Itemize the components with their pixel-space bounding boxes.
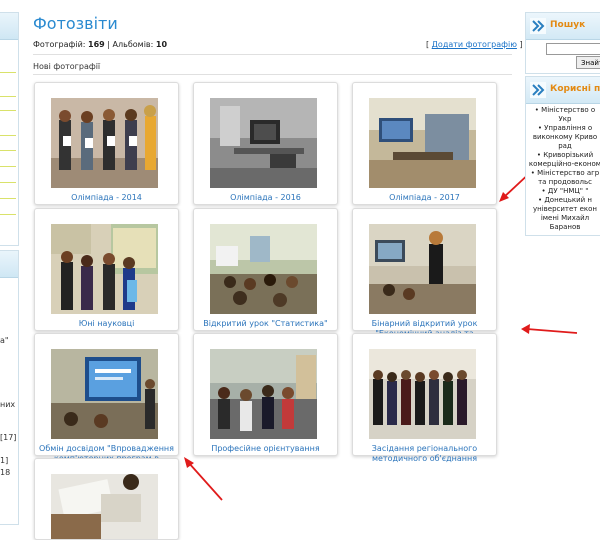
double-chevron-icon [530,82,546,98]
album-thumbnail[interactable] [51,224,158,314]
search-button[interactable]: Знайт [576,56,600,69]
search-header: Пошук [526,13,600,40]
albums-label: Альбомів: [112,40,154,49]
album-thumbnail[interactable] [369,98,476,188]
link-item[interactable]: • Криворізький [526,151,600,160]
link-item[interactable]: • Міністерство агр [526,169,600,178]
red-arrow-annotation [521,324,578,334]
left-text-fragment[interactable]: [17] [0,433,16,443]
album-card[interactable]: Обмін досвідом "Впровадження комп'ютерни… [34,333,179,473]
new-photos-label: Нові фотографії [33,62,101,71]
double-chevron-icon [530,18,546,34]
left-divider [0,96,16,97]
useful-links-list: • Міністерство о Укр • Управління о вико… [526,106,600,232]
useful-links-box: Корисні по • Міністерство о Укр • Управл… [525,76,600,236]
search-input[interactable] [546,43,600,55]
link-item[interactable]: університет екон [526,205,600,214]
link-item[interactable]: • Управління о [526,124,600,133]
album-thumbnail[interactable] [210,98,317,188]
link-item[interactable]: комерційно-економ [526,160,600,169]
left-divider [0,166,16,167]
left-divider [0,110,16,111]
stats-separator: | [107,40,110,49]
album-thumbnail[interactable] [369,349,476,439]
album-thumbnail[interactable] [210,349,317,439]
album-card[interactable]: Юні науковці [34,208,179,331]
left-text-fragment: них [0,400,16,409]
left-divider [0,214,16,215]
left-divider [0,198,16,199]
header-divider [33,54,512,55]
left-divider [0,135,16,136]
left-text-fragment: а" [0,336,9,345]
left-text-fragment[interactable]: 1] [0,456,8,466]
link-item[interactable]: та продовольс [526,178,600,187]
album-card[interactable]: Бінарний відкритий урок "Економічний ана… [352,208,497,348]
photos-label: Фотографій: [33,40,86,49]
left-sidebar-top-box [0,12,19,246]
album-thumbnail[interactable] [51,98,158,188]
add-photo-link[interactable]: Додати фотографію [432,40,517,49]
link-item[interactable]: • ДУ "НМЦ" " [526,187,600,196]
album-thumbnail[interactable] [51,474,158,539]
section-divider [33,74,512,75]
link-item[interactable]: імені Михайл [526,214,600,223]
album-caption[interactable]: Олімпіада - 2017 [351,193,498,203]
photos-count: 169 [88,40,105,49]
add-photo-wrapper: [ Додати фотографію ] [426,40,523,49]
link-item[interactable]: • Міністерство о [526,106,600,115]
album-card[interactable] [34,458,179,540]
link-item[interactable]: • Донецький н [526,196,600,205]
left-divider [0,72,16,73]
left-sidebar-second-box [0,250,19,525]
gallery-stats: Фотографій: 169 | Альбомів: 10 [33,40,167,49]
left-sidebar-header [0,13,18,40]
album-caption[interactable]: Відкритий урок "Статистика" [192,319,339,329]
bracket-close: ] [519,40,523,49]
album-card[interactable]: Олімпіада - 2017 [352,82,497,205]
albums-count: 10 [155,40,168,49]
page-title: Фотозвіти [33,14,118,33]
red-arrow-annotation [184,457,223,501]
search-title: Пошук [550,20,586,30]
left-sidebar-header [0,251,18,278]
album-thumbnail[interactable] [210,224,317,314]
album-card[interactable]: Відкритий урок "Статистика" [193,208,338,331]
left-divider [0,150,16,151]
album-card[interactable]: Професійне орієнтування [193,333,338,456]
album-card[interactable]: Олімпіада - 2016 [193,82,338,205]
left-divider [0,182,16,183]
useful-links-header: Корисні по [526,77,600,104]
album-caption[interactable]: Юні науковці [33,319,180,329]
album-thumbnail[interactable] [369,224,476,314]
link-item[interactable]: рад [526,142,600,151]
search-box: Пошук Знайт [525,12,600,74]
left-text-fragment: 18 [0,468,11,477]
album-caption[interactable]: Олімпіада - 2014 [33,193,180,203]
album-card[interactable]: Олімпіада - 2014 [34,82,179,205]
link-item[interactable]: Укр [526,115,600,124]
album-caption[interactable]: Олімпіада - 2016 [192,193,339,203]
useful-links-title: Корисні по [550,84,600,94]
album-caption[interactable]: Засідання регіонального методичного об'є… [351,444,498,464]
album-card[interactable]: Засідання регіонального методичного об'є… [352,333,497,463]
album-thumbnail[interactable] [51,349,158,439]
link-item[interactable]: Баранов [526,223,600,232]
bracket-open: [ [426,40,430,49]
link-item[interactable]: виконкому Криво [526,133,600,142]
